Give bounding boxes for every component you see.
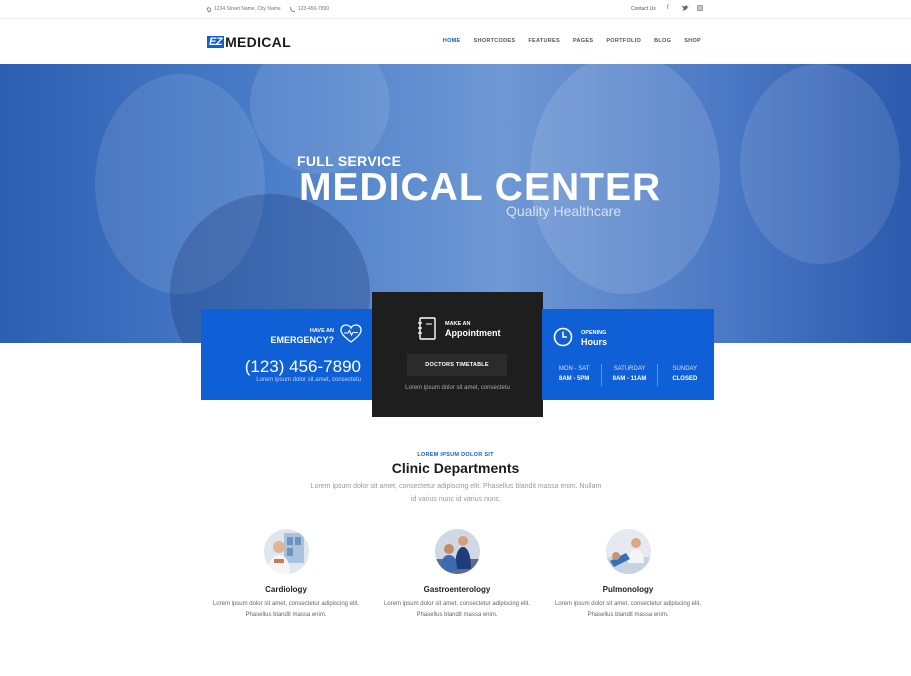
gastroenterology-image[interactable]: [434, 529, 480, 574]
phone-icon: [290, 6, 295, 12]
nav-features[interactable]: FEATURES: [528, 38, 560, 44]
pulmonology-image[interactable]: [605, 529, 651, 574]
departments-kicker: LOREM IPSUM DOLOR SIT: [417, 452, 494, 458]
logo[interactable]: EZ MEDICAL: [207, 35, 291, 49]
hours-column: MON - SAT 8AM - 5PM: [547, 364, 603, 386]
nav-shortcodes[interactable]: SHORTCODES: [474, 38, 516, 44]
clock-icon: [553, 327, 573, 347]
phone[interactable]: 123-456-7890: [290, 6, 329, 12]
appointment-big: Appointment: [445, 328, 501, 338]
top-bar: 1234 Street Name, City Name 123-456-7890…: [0, 0, 911, 19]
emergency-big: EMERGENCY?: [270, 335, 334, 345]
nav-portfolio[interactable]: PORTFOLIO: [606, 38, 641, 44]
contact-us-link[interactable]: Contact Us: [631, 6, 656, 12]
appointment-box: MAKE AN Appointment DOCTORS TIMETABLE Lo…: [372, 292, 543, 417]
hours-time: 8AM - 11AM: [612, 376, 647, 382]
heart-icon: [340, 324, 362, 343]
department-text: Lorem ipsum dolor sit amet, consectetur …: [383, 601, 531, 618]
hours-column: SATURDAY 8AM - 11AM: [602, 364, 658, 386]
hours-day: SUNDAY: [672, 366, 698, 372]
emergency-text: Lorem ipsum dolor sit amet, consectetu: [256, 377, 361, 383]
logo-ez: EZ: [207, 36, 225, 48]
emergency-small: HAVE AN: [309, 328, 334, 334]
doctors-timetable-button[interactable]: DOCTORS TIMETABLE: [407, 354, 507, 376]
hours-column: SUNDAY CLOSED: [658, 364, 712, 386]
departments-title: Clinic Departments: [391, 460, 520, 476]
address: 1234 Street Name, City Name: [205, 5, 281, 13]
phone-text[interactable]: 123-456-7890: [298, 6, 329, 12]
hero-bg-shape: [740, 64, 900, 264]
department-card-cardiology[interactable]: Cardiology Lorem ipsum dolor sit amet, c…: [211, 529, 361, 621]
nav-shop[interactable]: SHOP: [684, 38, 701, 44]
department-name[interactable]: Gastroenterology: [382, 585, 532, 594]
department-text: Lorem ipsum dolor sit amet, consectetur …: [212, 601, 360, 618]
logo-medical: MEDICAL: [225, 34, 291, 50]
appointment-text: Lorem ipsum dolor sit amet, consectetu: [405, 385, 510, 391]
twitter-icon[interactable]: [682, 5, 689, 13]
cardiology-image[interactable]: [263, 529, 309, 574]
nav-home[interactable]: HOME: [443, 38, 461, 44]
departments-description: Lorem ipsum dolor sit amet, consectetur …: [310, 483, 602, 503]
hero-tagline: Quality Healthcare: [506, 203, 622, 219]
department-text: Lorem ipsum dolor sit amet, consectetur …: [554, 601, 702, 618]
hours-time: 8AM - 5PM: [558, 376, 590, 382]
opening-hours-box: OPENING Hours MON - SAT 8AM - 5PM SATURD…: [542, 309, 714, 400]
notebook-icon: [418, 317, 436, 340]
hours-time: CLOSED: [672, 376, 698, 382]
department-card-pulmonology[interactable]: Pulmonology Lorem ipsum dolor sit amet, …: [553, 529, 703, 621]
department-name[interactable]: Cardiology: [211, 585, 361, 594]
department-card-gastroenterology[interactable]: Gastroenterology Lorem ipsum dolor sit a…: [382, 529, 532, 621]
map-pin-icon: [205, 5, 213, 13]
facebook-icon[interactable]: f: [667, 5, 669, 11]
instagram-icon[interactable]: [697, 5, 703, 13]
emergency-phone[interactable]: (123) 456-7890: [245, 357, 361, 377]
nav-pages[interactable]: PAGES: [573, 38, 593, 44]
hours-day: SATURDAY: [613, 366, 646, 372]
main-nav: HOME SHORTCODES FEATURES PAGES PORTFOLIO…: [443, 38, 701, 44]
nav-blog[interactable]: BLOG: [654, 38, 671, 44]
hours-table: MON - SAT 8AM - 5PM SATURDAY 8AM - 11AM …: [547, 364, 712, 386]
opening-big: Hours: [581, 337, 608, 347]
opening-small: OPENING: [581, 330, 607, 336]
hours-day: MON - SAT: [558, 366, 590, 372]
address-text: 1234 Street Name, City Name: [214, 6, 281, 12]
emergency-box: HAVE AN EMERGENCY? (123) 456-7890 Lorem …: [201, 309, 372, 400]
department-name[interactable]: Pulmonology: [553, 585, 703, 594]
appointment-small: MAKE AN: [445, 321, 471, 327]
